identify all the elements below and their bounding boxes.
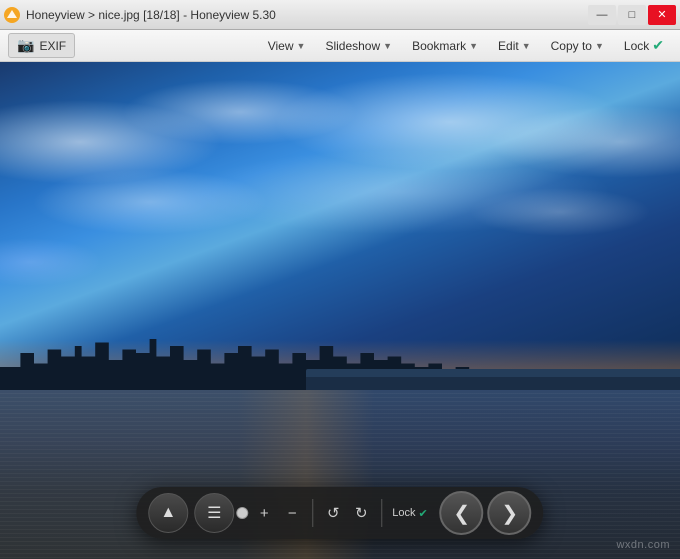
watermark-text: wxdn.com	[616, 539, 670, 551]
image-area[interactable]: ▲ ☰ + − ↺ ↻ Lock ✔ ❮	[0, 62, 680, 559]
zoom-out-icon: −	[288, 505, 297, 522]
exif-label: EXIF	[39, 39, 66, 53]
zoom-out-button[interactable]: −	[278, 499, 306, 527]
control-bar: ▲ ☰ + − ↺ ↻ Lock ✔ ❮	[136, 487, 543, 539]
menu-icon: ☰	[207, 503, 221, 523]
menu-bar: 📷 EXIF View ▼ Slideshow ▼ Bookmark ▼ Edi…	[0, 30, 680, 62]
prev-icon: ❮	[453, 501, 470, 526]
rotate-right-button[interactable]: ↻	[347, 499, 375, 527]
rotate-right-icon: ↻	[355, 504, 368, 522]
rotate-left-icon: ↺	[327, 504, 340, 522]
maximize-button[interactable]: □	[618, 5, 646, 25]
title-bar: Honeyview > nice.jpg [18/18] - Honeyview…	[0, 0, 680, 30]
app-icon	[4, 7, 20, 23]
minimize-button[interactable]: —	[588, 5, 616, 25]
separator-1	[312, 499, 313, 527]
prev-button[interactable]: ❮	[440, 491, 484, 535]
camera-icon: 📷	[17, 37, 34, 54]
copy-to-menu[interactable]: Copy to ▼	[543, 35, 612, 57]
view-arrow: ▼	[297, 41, 306, 51]
lock-menu[interactable]: Lock ✔	[616, 33, 672, 58]
lock-label: Lock	[624, 39, 649, 53]
slideshow-arrow: ▼	[383, 41, 392, 51]
lock-check-icon: ✔	[652, 37, 664, 54]
edit-menu[interactable]: Edit ▼	[490, 35, 539, 57]
watermark: wxdn.com	[616, 539, 670, 551]
bookmark-menu[interactable]: Bookmark ▼	[404, 35, 486, 57]
lock-indicator: Lock ✔	[388, 507, 431, 520]
title-bar-left: Honeyview > nice.jpg [18/18] - Honeyview…	[4, 7, 276, 23]
slideshow-menu[interactable]: Slideshow ▼	[317, 35, 400, 57]
lock-text: Lock	[392, 507, 415, 519]
bookmark-arrow: ▼	[469, 41, 478, 51]
zoom-in-button[interactable]: +	[250, 499, 278, 527]
edit-arrow: ▼	[522, 41, 531, 51]
bookmark-label: Bookmark	[412, 39, 466, 53]
zoom-in-icon: +	[260, 505, 269, 522]
window-title: Honeyview > nice.jpg [18/18] - Honeyview…	[26, 8, 276, 22]
edit-label: Edit	[498, 39, 519, 53]
next-icon: ❯	[501, 501, 518, 526]
lock-check-icon: ✔	[419, 507, 428, 520]
rotate-left-button[interactable]: ↺	[319, 499, 347, 527]
menu-button[interactable]: ☰	[194, 493, 234, 533]
view-menu[interactable]: View ▼	[260, 35, 314, 57]
slideshow-label: Slideshow	[325, 39, 380, 53]
copy-to-arrow: ▼	[595, 41, 604, 51]
eject-button[interactable]: ▲	[148, 493, 188, 533]
slider-thumb[interactable]	[236, 507, 248, 519]
next-button[interactable]: ❯	[488, 491, 532, 535]
exif-button[interactable]: 📷 EXIF	[8, 33, 75, 58]
window-controls[interactable]: — □ ✕	[588, 5, 676, 25]
view-label: View	[268, 39, 294, 53]
eject-icon: ▲	[160, 504, 176, 522]
separator-2	[381, 499, 382, 527]
copy-to-label: Copy to	[551, 39, 592, 53]
close-button[interactable]: ✕	[648, 5, 676, 25]
